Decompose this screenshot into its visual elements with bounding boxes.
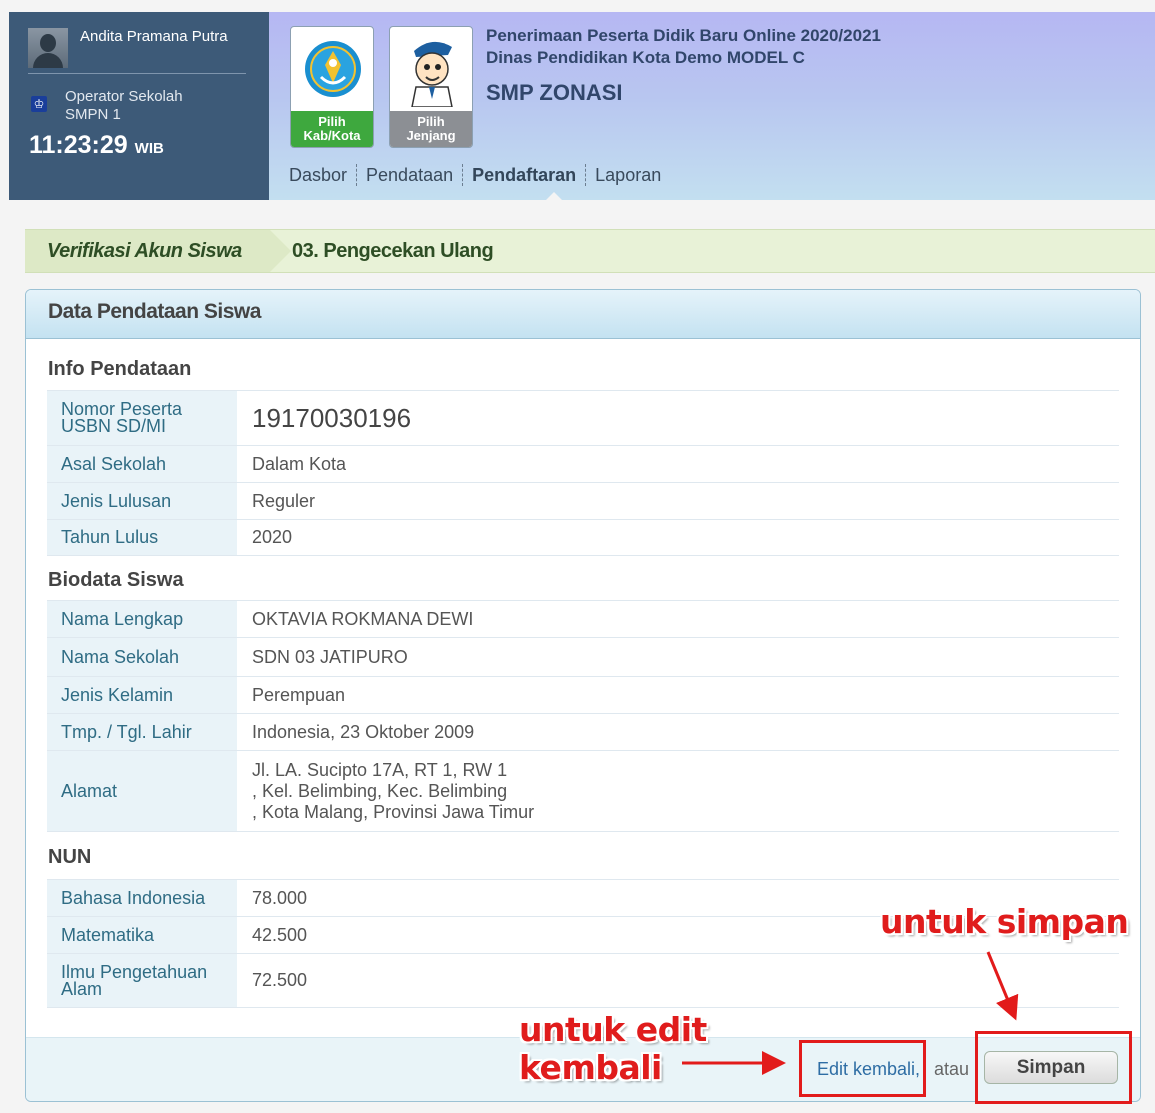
nav-laporan[interactable]: Laporan xyxy=(586,165,670,186)
row-label: Nomor Peserta USBN SD/MI xyxy=(47,391,237,445)
row-label: Tahun Lulus xyxy=(47,520,237,555)
clock: 11:23:29 WIB xyxy=(29,131,164,160)
address-value: Jl. LA. Sucipto 17A, RT 1, RW 1 , Kel. B… xyxy=(237,751,1119,831)
user-role: Operator Sekolah SMPN 1 xyxy=(65,88,183,124)
table-row: Asal Sekolah Dalam Kota xyxy=(47,445,1119,482)
breadcrumb-step-label: Verifikasi Akun Siswa xyxy=(47,240,242,262)
row-label: Asal Sekolah xyxy=(47,446,237,482)
nav-pendaftaran[interactable]: Pendaftaran xyxy=(463,165,585,186)
save-highlight-box xyxy=(975,1031,1132,1104)
user-panel: Andita Pramana Putra ♔ Operator Sekolah … xyxy=(9,12,269,200)
table-row: Ilmu Pengetahuan Alam 72.500 xyxy=(47,953,1119,1008)
row-label: Jenis Lulusan xyxy=(47,483,237,519)
info-table: Nomor Peserta USBN SD/MI 19170030196 Asa… xyxy=(47,390,1119,556)
table-row: Jenis Kelamin Perempuan xyxy=(47,676,1119,713)
save-annotation: untuk simpan xyxy=(880,902,1129,941)
row-label: Alamat xyxy=(47,751,237,831)
row-value: OKTAVIA ROKMANA DEWI xyxy=(252,608,474,629)
breadcrumb: Verifikasi Akun Siswa 03. Pengecekan Ula… xyxy=(25,229,1155,273)
row-value: 19170030196 xyxy=(252,402,412,433)
section-title-biodata: Biodata Siswa xyxy=(48,569,184,591)
edit-annotation: untuk edit kembali xyxy=(519,1011,707,1087)
row-label: Nama Lengkap xyxy=(47,601,237,637)
tile-label-line1: Pilih xyxy=(318,114,346,129)
panel-title: Data Pendataan Siswa xyxy=(48,300,261,323)
student-data-panel: Data Pendataan Siswa Info Pendataan Nomo… xyxy=(25,289,1141,1102)
user-name[interactable]: Andita Pramana Putra xyxy=(80,28,228,45)
header: Andita Pramana Putra ♔ Operator Sekolah … xyxy=(9,12,1155,200)
row-label: Tmp. / Tgl. Lahir xyxy=(47,714,237,750)
row-value: Perempuan xyxy=(252,684,346,705)
row-label: Ilmu Pengetahuan Alam xyxy=(47,954,237,1007)
table-row: Tmp. / Tgl. Lahir Indonesia, 23 Oktober … xyxy=(47,713,1119,750)
tile-label-line1: Pilih xyxy=(417,114,445,129)
role-title: Operator Sekolah xyxy=(65,88,183,105)
row-value: SDN 03 JATIPURO xyxy=(252,646,408,667)
or-label: atau xyxy=(934,1059,970,1079)
tile-label-line2: Jenjang xyxy=(406,128,456,143)
tile-label: Pilih Jenjang xyxy=(390,111,472,147)
tut-wuri-handayani-logo-icon xyxy=(305,41,361,97)
biodata-table: Nama Lengkap OKTAVIA ROKMANA DEWI Nama S… xyxy=(47,600,1119,832)
row-value: Reguler xyxy=(252,490,316,511)
clock-timezone: WIB xyxy=(134,140,164,157)
table-row: Nama Lengkap OKTAVIA ROKMANA DEWI xyxy=(47,600,1119,637)
address-line: , Kel. Belimbing, Kec. Belimbing xyxy=(252,780,508,801)
edit-annotation-line2: kembali xyxy=(519,1048,662,1087)
breadcrumb-arrow xyxy=(270,230,291,272)
page: Andita Pramana Putra ♔ Operator Sekolah … xyxy=(0,0,1155,1113)
breadcrumb-step-current: 03. Pengecekan Ulang xyxy=(292,240,494,262)
row-label: Bahasa Indonesia xyxy=(47,880,237,916)
banner-subtitle-agency: Dinas Pendidikan Kota Demo MODEL C xyxy=(486,48,805,67)
row-label: Nama Sekolah xyxy=(47,638,237,676)
row-value: Indonesia, 23 Oktober 2009 xyxy=(252,721,475,742)
address-line: Jl. LA. Sucipto 17A, RT 1, RW 1 xyxy=(252,759,508,780)
divider xyxy=(28,73,246,74)
breadcrumb-step-verifikasi[interactable]: Verifikasi Akun Siswa xyxy=(25,230,291,272)
row-label: Matematika xyxy=(47,917,237,953)
table-row: Alamat Jl. LA. Sucipto 17A, RT 1, RW 1 ,… xyxy=(47,750,1119,832)
choose-level-button[interactable]: Pilih Jenjang xyxy=(389,26,473,148)
choose-city-button[interactable]: Pilih Kab/Kota xyxy=(290,26,374,148)
row-value: Dalam Kota xyxy=(252,453,347,474)
table-row: Nomor Peserta USBN SD/MI 19170030196 xyxy=(47,390,1119,445)
student-mascot-icon xyxy=(411,41,453,107)
edit-annotation-line1: untuk edit xyxy=(519,1010,707,1049)
nav-pendataan[interactable]: Pendataan xyxy=(357,165,462,186)
active-nav-caret xyxy=(546,192,562,200)
row-label: Jenis Kelamin xyxy=(47,677,237,713)
row-value: 2020 xyxy=(252,527,293,547)
main-nav: Dasbor Pendataan Pendaftaran Laporan xyxy=(289,164,670,186)
school-badge-icon: ♔ xyxy=(31,96,47,112)
clock-time: 11:23:29 xyxy=(29,131,128,159)
section-title-info: Info Pendataan xyxy=(48,358,192,380)
address-line: , Kota Malang, Provinsi Jawa Timur xyxy=(252,801,535,822)
avatar[interactable] xyxy=(28,28,68,68)
banner: Pilih Kab/Kota Pilih Jenjang Penerimaan … xyxy=(269,12,1155,200)
banner-title: Penerimaan Peserta Didik Baru Online 202… xyxy=(486,26,881,45)
row-value: 72.500 xyxy=(252,970,308,990)
table-row: Nama Sekolah SDN 03 JATIPURO xyxy=(47,637,1119,676)
tile-label-line2: Kab/Kota xyxy=(303,128,361,143)
banner-program: SMP ZONASI xyxy=(486,80,623,105)
nun-table: Bahasa Indonesia 78.000 Matematika 42.50… xyxy=(47,879,1119,1008)
section-title-nun: NUN xyxy=(48,846,92,868)
table-row: Tahun Lulus 2020 xyxy=(47,519,1119,556)
role-school: SMPN 1 xyxy=(65,106,121,123)
panel-header: Data Pendataan Siswa xyxy=(26,290,1140,339)
table-row: Jenis Lulusan Reguler xyxy=(47,482,1119,519)
nav-dasbor[interactable]: Dasbor xyxy=(289,165,356,186)
edit-highlight-box xyxy=(799,1040,926,1097)
tile-label: Pilih Kab/Kota xyxy=(291,111,373,147)
